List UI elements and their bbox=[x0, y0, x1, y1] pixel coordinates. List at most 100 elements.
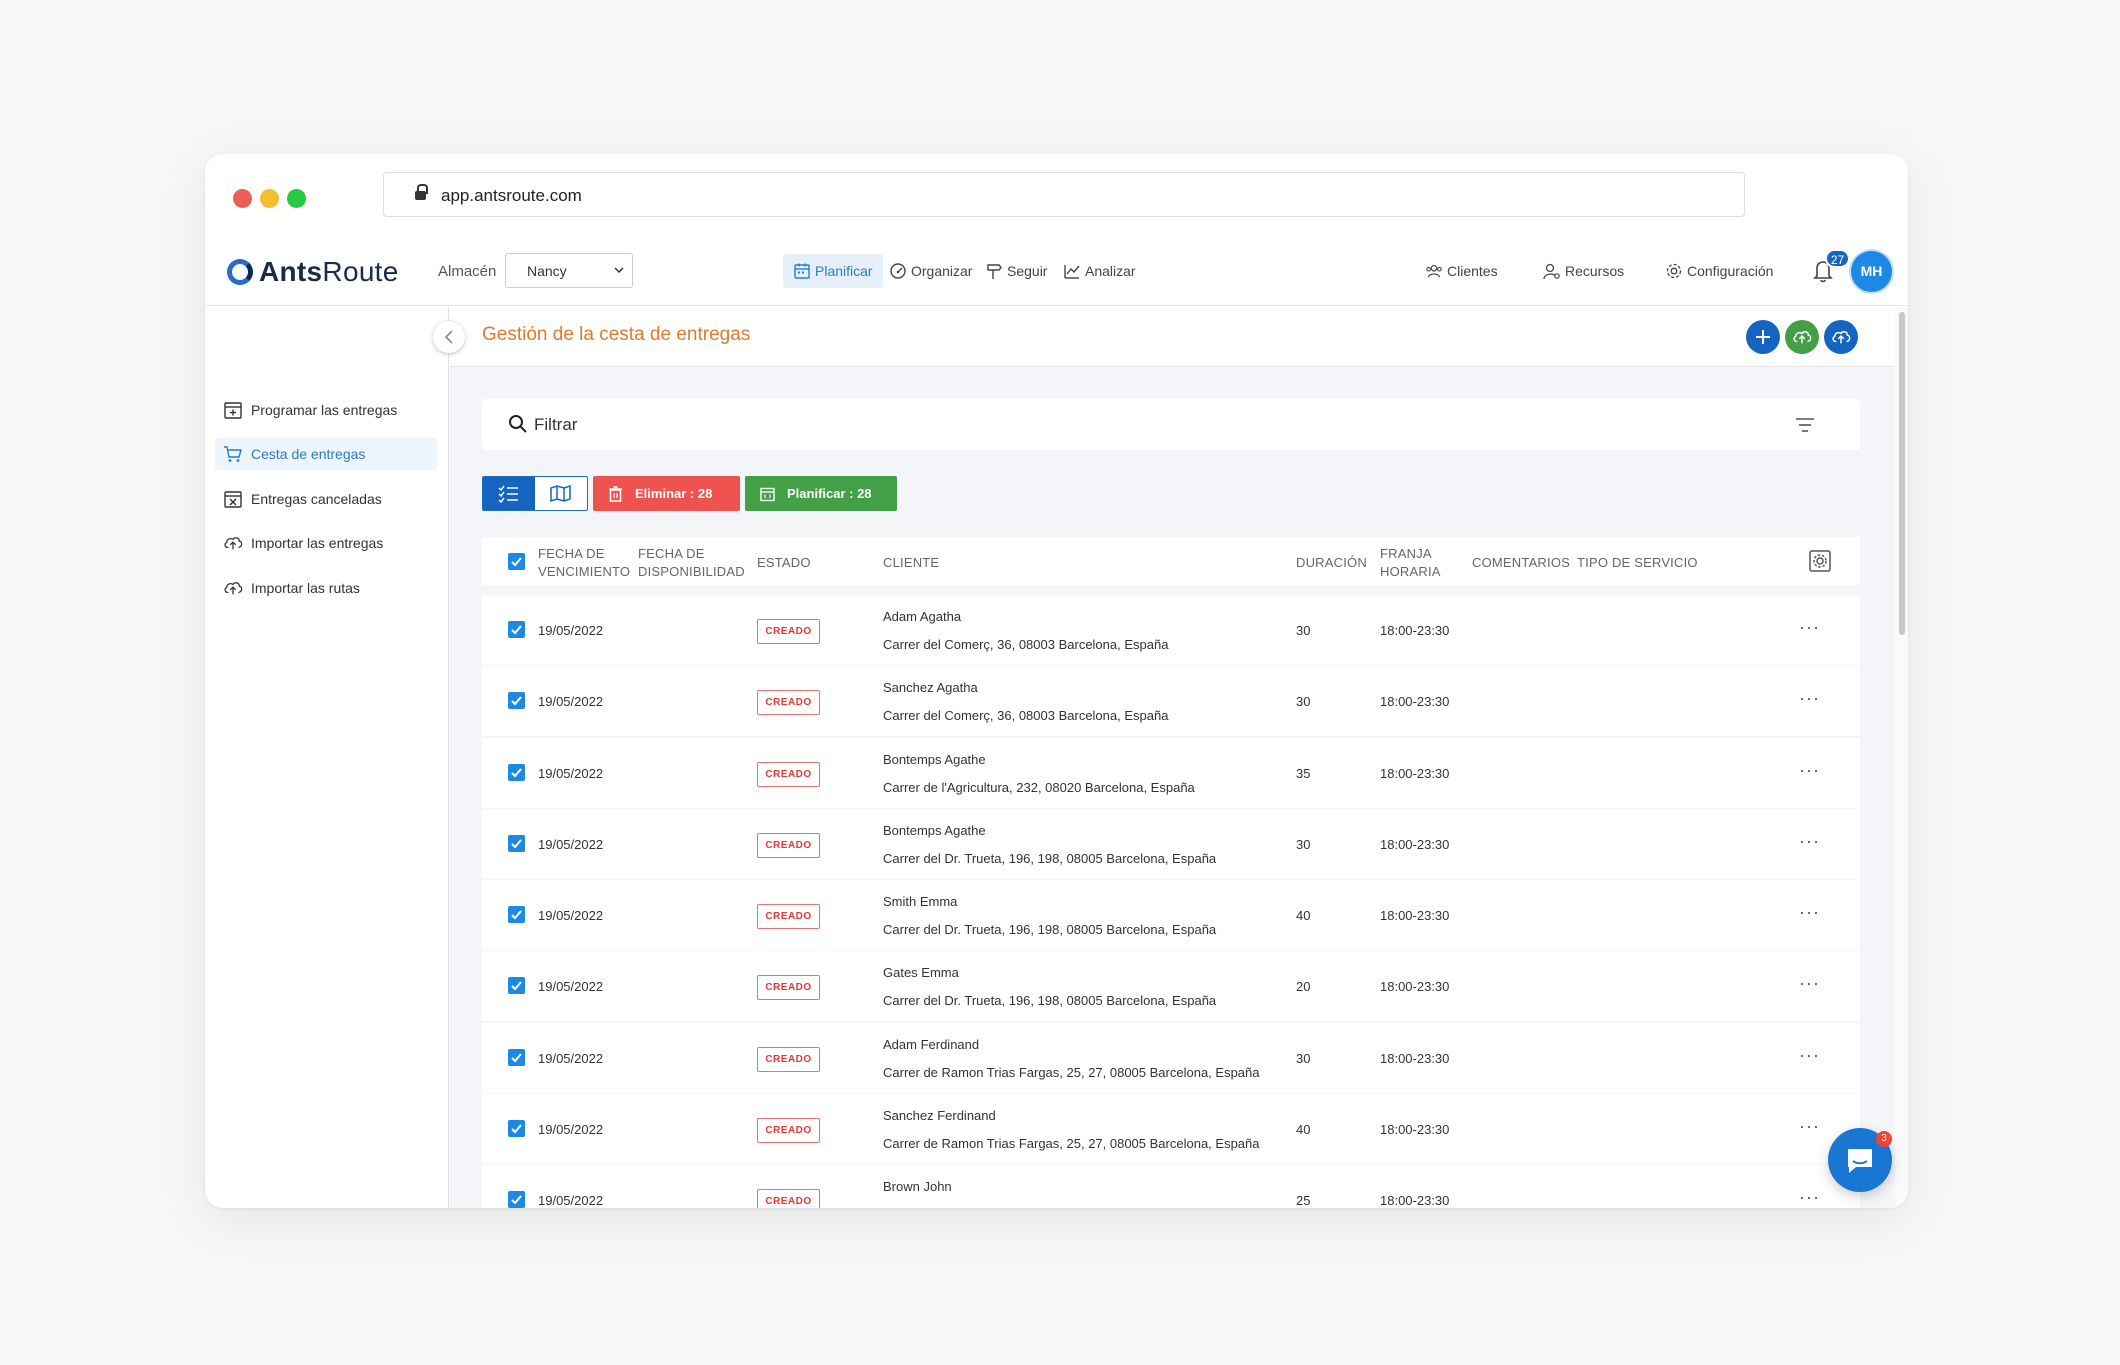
row-checkbox[interactable] bbox=[508, 763, 525, 781]
nav-organizar-label: Organizar bbox=[911, 263, 973, 279]
nav-seguir[interactable]: Seguir bbox=[975, 254, 1057, 288]
nav-organizar[interactable]: Organizar bbox=[879, 254, 982, 288]
row-checkbox[interactable] bbox=[508, 1048, 525, 1066]
more-options-icon[interactable]: ··· bbox=[1799, 1116, 1820, 1137]
warehouse-select[interactable]: Nancy bbox=[505, 253, 633, 288]
close-window-button[interactable] bbox=[233, 189, 252, 208]
sidebar-item-label: Cesta de entregas bbox=[251, 446, 366, 462]
sidebar-item-programar[interactable]: Programar las entregas bbox=[215, 394, 437, 426]
column-settings-icon[interactable] bbox=[1809, 550, 1831, 572]
col-estado[interactable]: ESTADO bbox=[757, 554, 811, 572]
more-options-icon[interactable]: ··· bbox=[1799, 1045, 1820, 1066]
avatar[interactable]: MH bbox=[1851, 251, 1892, 292]
sidebar-item-canceladas[interactable]: Entregas canceladas bbox=[215, 483, 437, 515]
more-options-icon[interactable]: ··· bbox=[1799, 688, 1820, 709]
plan-selected-label: Planificar : 28 bbox=[787, 486, 872, 501]
table-row[interactable]: 19/05/2022 CREADO Bontemps Agathe Carrer… bbox=[482, 808, 1860, 879]
more-options-icon[interactable]: ··· bbox=[1799, 973, 1820, 994]
check-icon bbox=[511, 1195, 522, 1205]
notification-badge: 27 bbox=[1825, 249, 1850, 268]
sidebar-item-label: Importar las entregas bbox=[251, 535, 384, 551]
sidebar-item-importar-entregas[interactable]: Importar las entregas bbox=[215, 527, 437, 559]
sidebar-item-cesta[interactable]: Cesta de entregas bbox=[215, 438, 437, 470]
col-disponibilidad[interactable]: FECHA DE DISPONIBILIDAD bbox=[638, 545, 745, 581]
more-options-icon[interactable]: ··· bbox=[1799, 831, 1820, 852]
row-client-name: Sanchez Agatha bbox=[883, 680, 978, 696]
table-row[interactable]: 19/05/2022 CREADO Brown John 25 18:00-23… bbox=[482, 1165, 1860, 1208]
map-view-button[interactable] bbox=[535, 477, 587, 510]
row-checkbox[interactable] bbox=[508, 977, 525, 995]
table-row[interactable]: 19/05/2022 CREADO Smith Emma Carrer del … bbox=[482, 880, 1860, 951]
row-duration: 40 bbox=[1296, 908, 1311, 924]
more-options-icon[interactable]: ··· bbox=[1799, 760, 1820, 781]
nav-planificar[interactable]: Planificar bbox=[783, 254, 883, 288]
row-duration: 40 bbox=[1296, 1122, 1311, 1138]
row-checkbox[interactable] bbox=[508, 1120, 525, 1138]
nav-analizar[interactable]: Analizar bbox=[1053, 254, 1146, 288]
chat-unread-badge: 3 bbox=[1876, 1131, 1892, 1147]
nav-configuracion[interactable]: Configuración bbox=[1655, 254, 1783, 288]
select-all-checkbox[interactable] bbox=[508, 553, 525, 570]
app-header: AntsRoute Almacén Nancy Planificar Organ… bbox=[205, 240, 1908, 306]
row-time-slot: 18:00-23:30 bbox=[1380, 1193, 1450, 1208]
more-options-icon[interactable]: ··· bbox=[1799, 617, 1820, 638]
minimize-window-button[interactable] bbox=[260, 189, 279, 208]
delete-selected-label: Eliminar : 28 bbox=[635, 486, 713, 501]
row-checkbox[interactable] bbox=[508, 906, 525, 924]
status-badge: CREADO bbox=[757, 1046, 820, 1072]
calendar-x-icon bbox=[224, 491, 242, 508]
filter-bar[interactable]: Filtrar bbox=[482, 399, 1860, 450]
address-bar[interactable]: app.antsroute.com bbox=[383, 172, 1745, 217]
col-duracion[interactable]: DURACIÓN bbox=[1296, 554, 1367, 572]
add-delivery-button[interactable] bbox=[1746, 320, 1780, 354]
row-checkbox[interactable] bbox=[508, 834, 525, 852]
check-icon bbox=[511, 910, 522, 920]
sidebar-item-importar-rutas[interactable]: Importar las rutas bbox=[215, 572, 437, 604]
map-icon bbox=[550, 484, 571, 503]
row-due-date: 19/05/2022 bbox=[538, 1050, 604, 1066]
collapse-sidebar-button[interactable] bbox=[433, 321, 465, 353]
import-blue-button[interactable] bbox=[1824, 320, 1858, 354]
maximize-window-button[interactable] bbox=[287, 189, 306, 208]
check-icon bbox=[511, 839, 522, 849]
table-row[interactable]: 19/05/2022 CREADO Sanchez Ferdinand Carr… bbox=[482, 1094, 1860, 1165]
list-view-button[interactable] bbox=[483, 477, 535, 510]
col-tipo-servicio[interactable]: TIPO DE SERVICIO bbox=[1577, 554, 1698, 572]
nav-clientes[interactable]: Clientes bbox=[1415, 254, 1508, 288]
col-cliente[interactable]: CLIENTE bbox=[883, 554, 939, 572]
nav-configuracion-label: Configuración bbox=[1687, 263, 1774, 279]
import-green-button[interactable] bbox=[1785, 320, 1819, 354]
chat-bubble-icon bbox=[1848, 1149, 1872, 1173]
row-checkbox[interactable] bbox=[508, 692, 525, 710]
vertical-scrollbar[interactable] bbox=[1895, 307, 1908, 1208]
app-logo[interactable]: AntsRoute bbox=[227, 256, 399, 288]
more-options-icon[interactable]: ··· bbox=[1799, 902, 1820, 923]
row-client-name: Adam Ferdinand bbox=[883, 1036, 980, 1052]
row-checkbox[interactable] bbox=[508, 621, 525, 638]
sidebar: Programar las entregas Cesta de entregas… bbox=[205, 307, 449, 1208]
more-options-icon[interactable]: ··· bbox=[1799, 1187, 1820, 1208]
chevron-down-icon bbox=[614, 267, 624, 274]
table-row[interactable]: 19/05/2022 CREADO Adam Ferdinand Carrer … bbox=[482, 1022, 1860, 1093]
check-icon bbox=[511, 1124, 522, 1134]
filter-lines-icon[interactable] bbox=[1794, 415, 1816, 435]
nav-recursos[interactable]: Recursos bbox=[1533, 254, 1634, 288]
lock-icon bbox=[415, 184, 428, 202]
col-franja[interactable]: FRANJA HORARIA bbox=[1380, 545, 1441, 581]
table-row[interactable]: 19/05/2022 CREADO Bontemps Agathe Carrer… bbox=[482, 737, 1860, 808]
check-icon bbox=[511, 557, 522, 567]
table-row[interactable]: 19/05/2022 CREADO Gates Emma Carrer del … bbox=[482, 951, 1860, 1022]
delete-selected-button[interactable]: Eliminar : 28 bbox=[593, 476, 740, 511]
scrollbar-thumb[interactable] bbox=[1899, 312, 1905, 635]
signpost-icon bbox=[987, 264, 1002, 279]
col-franja-line2: HORARIA bbox=[1380, 564, 1441, 579]
plan-selected-button[interactable]: Planificar : 28 bbox=[745, 476, 897, 511]
table-row[interactable]: 19/05/2022 CREADO Adam Agatha Carrer del… bbox=[482, 595, 1860, 665]
row-checkbox[interactable] bbox=[508, 1191, 525, 1208]
col-comentarios[interactable]: COMENTARIOS bbox=[1472, 554, 1570, 572]
col-vencimiento[interactable]: FECHA DE VENCIMIENTO bbox=[538, 545, 630, 581]
table-row[interactable]: 19/05/2022 CREADO Sanchez Agatha Carrer … bbox=[482, 666, 1860, 737]
row-client-name: Gates Emma bbox=[883, 965, 959, 981]
row-client-name: Bontemps Agathe bbox=[883, 751, 986, 767]
col-vencimiento-line1: FECHA DE bbox=[538, 546, 605, 561]
